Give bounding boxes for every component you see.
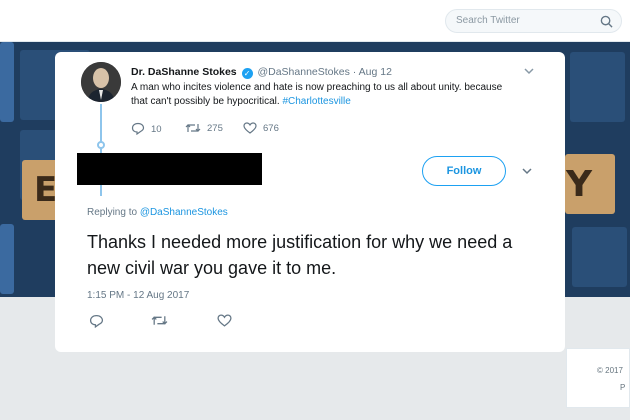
retweet-icon [151,316,168,325]
search-placeholder: Search Twitter [456,15,520,26]
hashtag-link[interactable]: #Charlottesville [282,96,350,107]
author-name[interactable]: Dr. DaShanne Stokes [131,66,237,78]
thread-dot [97,141,105,149]
top-nav-bar: Search Twitter [0,0,630,42]
redacted-author-block [77,153,262,185]
replying-prefix: Replying to [87,207,140,218]
footer-copyright: © 2017 [597,366,623,375]
reply-button[interactable] [89,314,104,333]
reply-icon [131,122,145,136]
like-action[interactable]: 676 [243,122,279,134]
retweet-count: 275 [207,123,223,134]
reply-count: 10 [151,124,162,135]
retweet-button[interactable] [151,314,168,332]
retweet-icon [185,124,201,132]
follow-button[interactable]: Follow [422,156,506,186]
like-button[interactable] [217,314,232,332]
footer-panel [566,348,630,408]
verified-icon: ✓ [241,68,253,79]
like-icon [217,314,232,327]
search-icon[interactable] [600,15,613,28]
like-icon [243,122,257,134]
tweet-dialog: Dr. DaShanne Stokes ✓ @DaShanneStokes · … [55,52,565,352]
replying-to-line: Replying to @DaShanneStokes [87,207,228,218]
footer-text: P [620,383,626,392]
tweet-timestamp[interactable]: 1:15 PM - 12 Aug 2017 [87,290,189,301]
retweet-action[interactable]: 275 [185,122,223,134]
author-handle[interactable]: @DaShanneStokes [257,66,349,78]
reply-action[interactable]: 10 [131,122,162,136]
like-count: 676 [263,123,279,134]
tweet-text: Thanks I needed more justification for w… [87,232,513,278]
tweet-date[interactable]: Aug 12 [359,66,392,78]
chevron-down-icon[interactable] [523,66,535,76]
replying-handle[interactable]: @DaShanneStokes [140,207,228,218]
reply-icon [89,314,104,329]
parent-tweet-text: A man who incites violence and hate is n… [131,81,521,109]
avatar[interactable] [81,62,121,102]
chevron-down-icon[interactable] [521,166,533,176]
parent-tweet-header: Dr. DaShanne Stokes ✓ @DaShanneStokes · … [131,66,392,79]
search-box[interactable]: Search Twitter [445,9,622,33]
